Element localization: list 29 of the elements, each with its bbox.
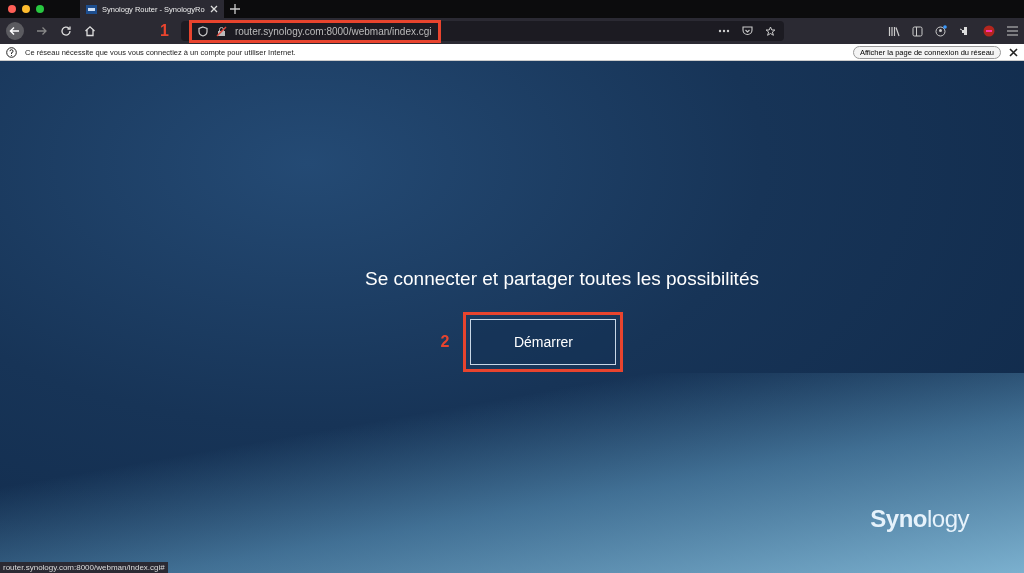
annotation-number: 1: [160, 22, 169, 40]
annotation-number: 2: [440, 333, 450, 351]
new-tab-icon[interactable]: [229, 4, 240, 14]
help-icon: [6, 46, 17, 58]
extension-icon[interactable]: [983, 25, 995, 37]
reload-icon[interactable]: [60, 25, 72, 37]
sidebar-icon[interactable]: [912, 25, 923, 37]
account-icon[interactable]: [935, 25, 947, 37]
menu-icon[interactable]: [1007, 26, 1018, 36]
library-icon[interactable]: [888, 25, 900, 37]
pocket-icon[interactable]: [742, 26, 753, 36]
close-icon[interactable]: [1009, 47, 1018, 57]
forward-icon[interactable]: [36, 25, 48, 37]
more-actions-icon[interactable]: [718, 29, 730, 33]
close-window-button[interactable]: [8, 5, 16, 13]
insecure-lock-icon[interactable]: [215, 25, 227, 37]
maximize-window-button[interactable]: [36, 5, 44, 13]
site-favicon-icon: [86, 4, 97, 14]
back-icon[interactable]: [6, 22, 24, 40]
logo: Synology: [870, 505, 969, 533]
status-url: router.synology.com:8000/webman/index.cgi#: [0, 562, 168, 573]
shield-icon[interactable]: [197, 25, 208, 37]
home-icon[interactable]: [84, 25, 96, 37]
url-text[interactable]: router.synology.com:8000/webman/index.cgi: [234, 25, 432, 37]
headline: Se connecter et partager toutes les possibilités: [365, 268, 759, 290]
bookmark-star-icon[interactable]: [765, 25, 776, 37]
close-tab-icon[interactable]: [209, 5, 218, 13]
start-button[interactable]: Démarrer: [470, 319, 617, 365]
minimize-window-button[interactable]: [22, 5, 30, 13]
